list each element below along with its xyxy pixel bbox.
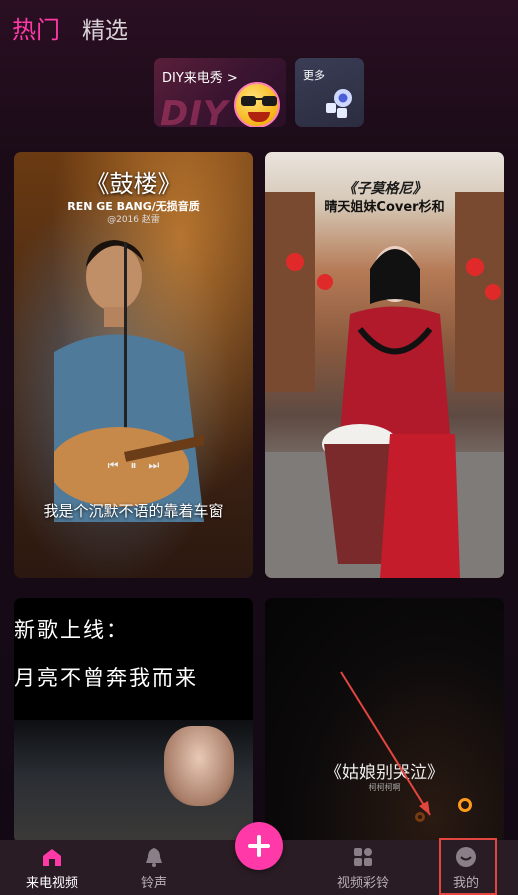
video-title: 《鼓楼》 bbox=[85, 170, 182, 198]
video-title: 新歌上线： bbox=[14, 618, 129, 642]
drummer-image bbox=[322, 246, 460, 578]
more-banner[interactable]: 更多 bbox=[295, 58, 364, 127]
singer-face-image bbox=[164, 726, 234, 806]
video-subtitle: 晴天姐妹Cover杉和 bbox=[324, 200, 445, 215]
top-tabs: 热门 精选 bbox=[12, 10, 128, 45]
video-credit: @2016 赵雷 bbox=[107, 215, 160, 225]
bokeh-light bbox=[458, 798, 472, 812]
diy-banner-title: DIY来电秀 > bbox=[162, 71, 238, 86]
video-credit: 柯柯柯啊 bbox=[368, 783, 401, 792]
video-card-new-song[interactable]: 新歌上线： 月亮不曾奔我而来 bbox=[14, 598, 253, 843]
diy-watermark: DIY bbox=[160, 94, 229, 127]
video-card-guniang[interactable]: 《姑娘别哭泣》 柯柯柯啊 bbox=[265, 598, 504, 843]
nav-ringtone[interactable]: 铃声 bbox=[109, 840, 199, 895]
video-caption: 我是个沉默不语的靠着车窗 bbox=[43, 502, 224, 520]
nav-label: 视频彩铃 bbox=[336, 876, 389, 891]
next-icon: ⏭ bbox=[148, 458, 160, 472]
more-banner-title: 更多 bbox=[303, 69, 325, 82]
pause-icon: ⏸ bbox=[130, 458, 137, 472]
previous-icon: ⏮ bbox=[107, 458, 119, 472]
video-subtitle: 月亮不曾奔我而来 bbox=[14, 666, 198, 690]
plus-icon bbox=[248, 835, 270, 857]
video-caption: 《姑娘别哭泣》 bbox=[325, 763, 444, 783]
video-card-zimogeni[interactable]: 《子莫格尼》 晴天姐妹Cover杉和 bbox=[265, 152, 504, 578]
video-title: 《子莫格尼》 bbox=[342, 181, 427, 197]
create-plus-button[interactable] bbox=[235, 822, 283, 870]
bokeh-light bbox=[415, 812, 425, 822]
grid-icon bbox=[354, 848, 372, 866]
nav-label: 铃声 bbox=[140, 876, 167, 891]
video-card-gulou[interactable]: 《鼓楼》 REN GE BANG/无损音质 @2016 赵雷 ⏮ ⏸ ⏭ 我是个… bbox=[14, 152, 253, 578]
nav-video-ringtone[interactable]: 视频彩铃 bbox=[318, 840, 408, 895]
annotation-highlight-box bbox=[439, 838, 497, 895]
more-apps-icon bbox=[326, 89, 352, 118]
bell-icon bbox=[146, 848, 162, 867]
sunglasses-emoji-icon bbox=[234, 82, 280, 127]
diy-call-show-banner[interactable]: DIY来电秀 > DIY bbox=[154, 58, 286, 127]
tab-hot[interactable]: 热门 bbox=[12, 10, 60, 45]
nav-call-video[interactable]: 来电视频 bbox=[7, 840, 97, 895]
media-controls: ⏮ ⏸ ⏭ bbox=[14, 458, 253, 473]
tab-featured[interactable]: 精选 bbox=[82, 11, 128, 45]
home-icon bbox=[43, 849, 61, 866]
nav-label: 来电视频 bbox=[25, 876, 78, 891]
singer-image bbox=[54, 240, 204, 522]
